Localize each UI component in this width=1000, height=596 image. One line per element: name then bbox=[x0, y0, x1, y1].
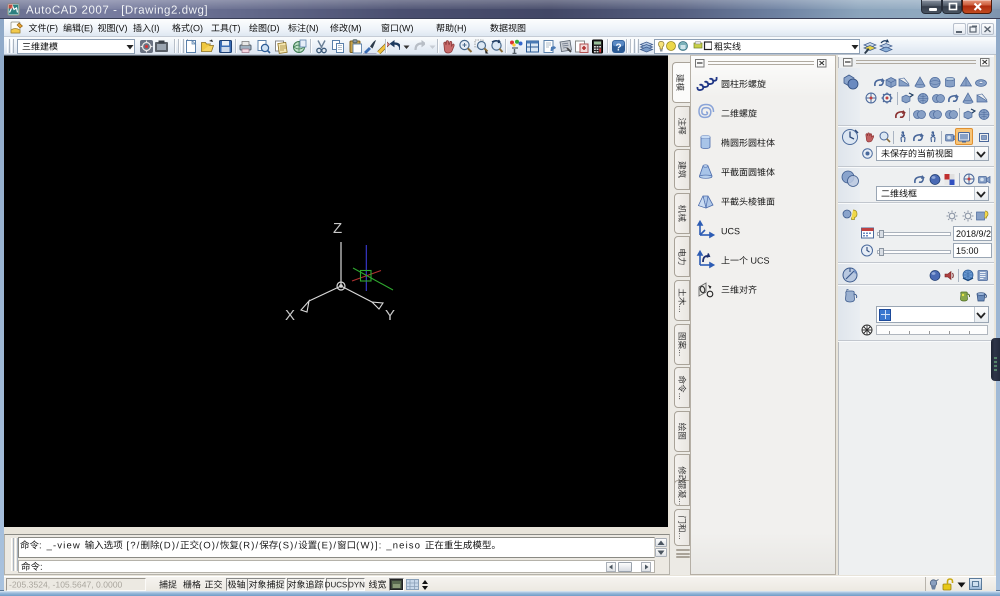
svg-text:?: ? bbox=[615, 43, 621, 54]
svg-text:Z: Z bbox=[333, 220, 342, 237]
svg-text:Y: Y bbox=[385, 307, 395, 324]
svg-text:X: X bbox=[285, 307, 295, 324]
